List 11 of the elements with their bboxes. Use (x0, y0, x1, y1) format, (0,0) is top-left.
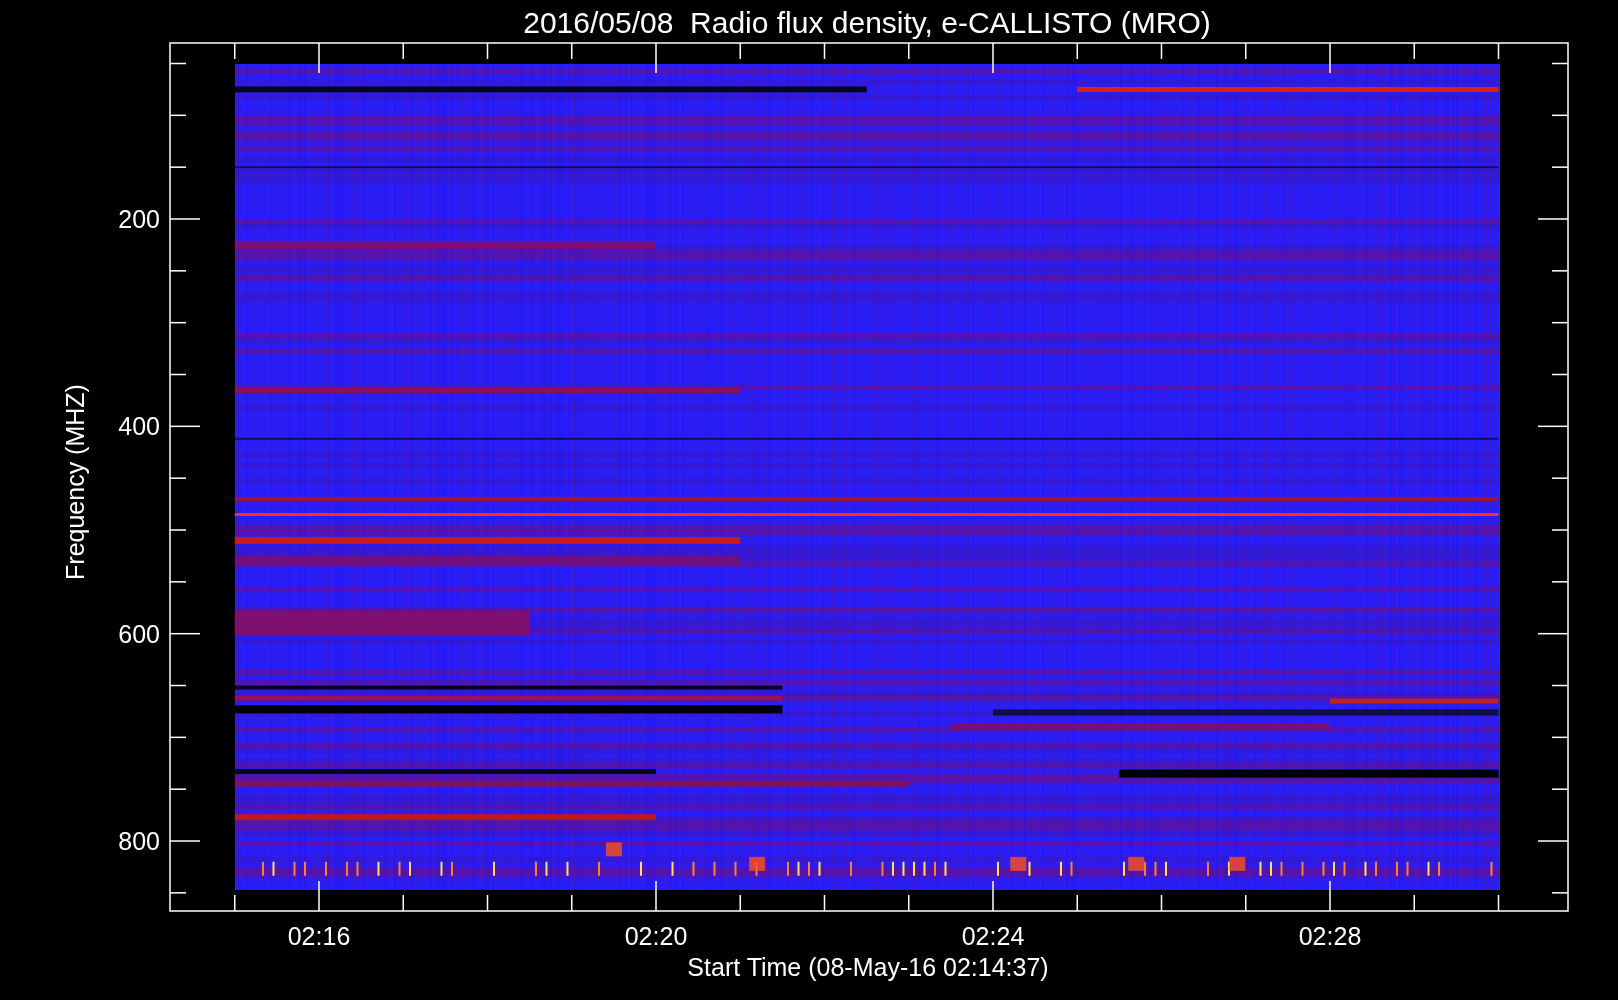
x-tick-label: 02:20 (624, 922, 688, 950)
x-tick-label: 02:16 (287, 922, 351, 950)
y-tick-label: 400 (118, 412, 160, 441)
x-tick-label: 02:24 (961, 922, 1025, 950)
x-axis-label: Start Time (08-May-16 02:14:37) (687, 953, 1049, 981)
y-tick-label: 600 (118, 619, 160, 648)
plot-title: 2016/05/08 Radio flux density, e-CALLISTO (MRO) (523, 6, 1211, 39)
x-tick-label: 02:28 (1298, 922, 1362, 950)
y-tick-label: 200 (118, 205, 160, 233)
y-tick-label: 800 (118, 827, 160, 855)
y-axis-label: Frequency (MHZ) (61, 384, 89, 580)
